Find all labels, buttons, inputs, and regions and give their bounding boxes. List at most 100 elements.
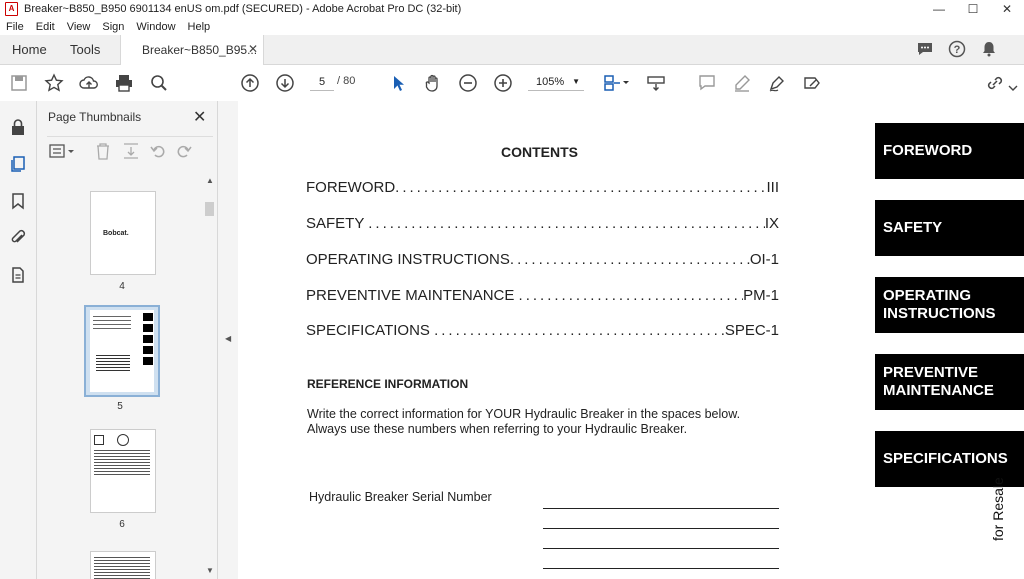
cloud-upload-icon[interactable] [79,73,99,93]
comment-icon[interactable] [697,73,717,93]
panel-splitter[interactable]: ◀ [217,101,239,579]
select-cursor-icon[interactable] [388,73,408,93]
side-tab-foreword[interactable]: FOREWORD [875,123,1024,179]
toc-title: SAFETY [306,215,369,232]
rotate-clockwise-icon[interactable] [175,142,193,163]
menu-help[interactable]: Help [188,21,211,33]
blank-line [543,568,779,569]
toc-leader-dots: ........................................… [434,322,725,339]
sign-pen-icon[interactable] [767,73,787,93]
toc-page: SPEC-1 [724,322,779,339]
comment-bubble-icon[interactable] [916,40,934,58]
reference-line-2: Always use these numbers when referring … [307,422,688,436]
thumbnail-scrollbar[interactable]: ▲ ▼ [204,176,215,579]
menu-file[interactable]: File [6,21,24,33]
tab-tools[interactable]: Tools [70,42,100,57]
bobcat-logo: Bobcat. [103,230,129,237]
thumbnail-page-image [90,310,154,392]
menu-sign[interactable]: Sign [102,21,124,33]
zoom-search-icon[interactable] [149,73,169,93]
side-tab-label: SPECIFICATIONS [883,450,1008,467]
delete-page-icon[interactable] [95,142,111,163]
reference-line-1: Write the correct information for YOUR H… [307,407,741,421]
lock-icon[interactable] [8,117,28,137]
zoom-level-dropdown[interactable]: 105% ▼ [528,74,584,91]
side-tab-label: PREVENTIVE [883,364,979,381]
panel-title: Page Thumbnails [48,110,142,124]
collapse-panel-icon[interactable]: ◀ [225,334,231,343]
toc-entry-foreword[interactable]: FOREWORD ...............................… [306,179,779,196]
menu-view[interactable]: View [67,21,91,33]
side-tab-preventive-maintenance[interactable]: PREVENTIVE MAINTENANCE [875,354,1024,410]
zoom-in-icon[interactable] [493,73,513,93]
toc-entry-safety[interactable]: SAFETY .................................… [306,215,779,232]
side-tab-label: OPERATING [883,287,972,304]
tab-document[interactable]: Breaker~B850_B95... ✕ [120,35,264,65]
toc-leader-dots: ........................................… [368,215,765,232]
toc-title: SPECIFICATIONS [306,322,435,339]
hand-tool-icon[interactable] [423,73,443,93]
scroll-up-icon[interactable]: ▲ [206,176,214,185]
edit-form-icon[interactable] [802,73,822,93]
extract-page-icon[interactable] [122,142,140,163]
page-thumbnails-icon[interactable] [8,154,28,174]
highlight-pen-icon[interactable] [732,73,752,93]
tab-close-icon[interactable]: ✕ [248,42,258,56]
help-icon[interactable]: ? [948,40,966,58]
menu-bar: File Edit View Sign Window Help [0,18,1024,35]
page-thumbnail-5-selected[interactable] [84,305,160,397]
side-tab-label: MAINTENANCE [883,382,994,399]
menu-edit[interactable]: Edit [36,21,55,33]
page-thumbnail-4[interactable]: Bobcat. [90,191,156,275]
toc-page: PM-1 [743,287,779,304]
side-tab-operating-instructions[interactable]: OPERATING INSTRUCTIONS [875,277,1024,333]
next-page-icon[interactable] [275,73,295,93]
print-icon[interactable] [114,73,134,93]
side-tab-label: SAFETY [883,219,943,236]
previous-page-icon[interactable] [240,73,260,93]
vertical-margin-text: for Resale [990,477,1006,541]
toc-entry-specifications[interactable]: SPECIFICATIONS .........................… [306,322,779,339]
side-tab-label: FOREWORD [883,142,973,159]
toc-title: FOREWORD [306,179,396,196]
page-thumbnail-6[interactable] [90,429,156,513]
page-number-input[interactable]: 5 [310,74,334,91]
document-properties-icon[interactable] [8,265,28,285]
bookmark-star-icon[interactable] [44,73,64,93]
menu-window[interactable]: Window [136,21,175,33]
reference-instructions: Write the correct information for YOUR H… [307,407,740,437]
notifications-bell-icon[interactable] [980,40,998,58]
zoom-out-icon[interactable] [458,73,478,93]
save-icon[interactable] [9,73,29,93]
rotate-counterclockwise-icon[interactable] [149,142,167,163]
blank-line [543,508,779,509]
page-layout-icon[interactable] [602,73,630,93]
keyboard-scroll-icon[interactable] [646,73,666,93]
close-window-button[interactable]: ✕ [990,0,1024,18]
side-tab-safety[interactable]: SAFETY [875,200,1024,256]
attachments-paperclip-icon[interactable] [8,227,28,247]
share-link-icon[interactable] [985,73,1005,93]
toc-page: III [766,179,779,196]
page-thumbnail-7[interactable] [90,551,156,579]
toc-entry-preventive-maintenance[interactable]: PREVENTIVE MAINTENANCE .................… [306,287,779,304]
blank-line [543,548,779,549]
minimize-button[interactable]: — [922,0,956,18]
thumbnail-list: Bobcat. 4 5 6 [37,165,203,579]
toc-entry-operating-instructions[interactable]: OPERATING INSTRUCTIONS .................… [306,251,779,268]
tab-bar: Home Tools Breaker~B850_B95... ✕ ? [0,35,1024,65]
maximize-button[interactable]: ☐ [956,0,990,18]
left-navigation-rail [0,101,37,579]
side-tab-label: INSTRUCTIONS [883,305,996,322]
scroll-down-icon[interactable]: ▼ [206,566,214,575]
close-icon[interactable]: ✕ [193,107,206,127]
thumbnail-tools [47,136,213,163]
blank-line [543,528,779,529]
reference-information-heading: REFERENCE INFORMATION [307,377,469,391]
thumbnail-options-icon[interactable] [49,143,77,162]
tab-home[interactable]: Home [12,42,47,57]
more-tools-icon[interactable] [1006,73,1020,93]
bookmarks-icon[interactable] [8,191,28,211]
scrollbar-thumb[interactable] [205,202,214,216]
contents-heading: CONTENTS [501,144,578,160]
